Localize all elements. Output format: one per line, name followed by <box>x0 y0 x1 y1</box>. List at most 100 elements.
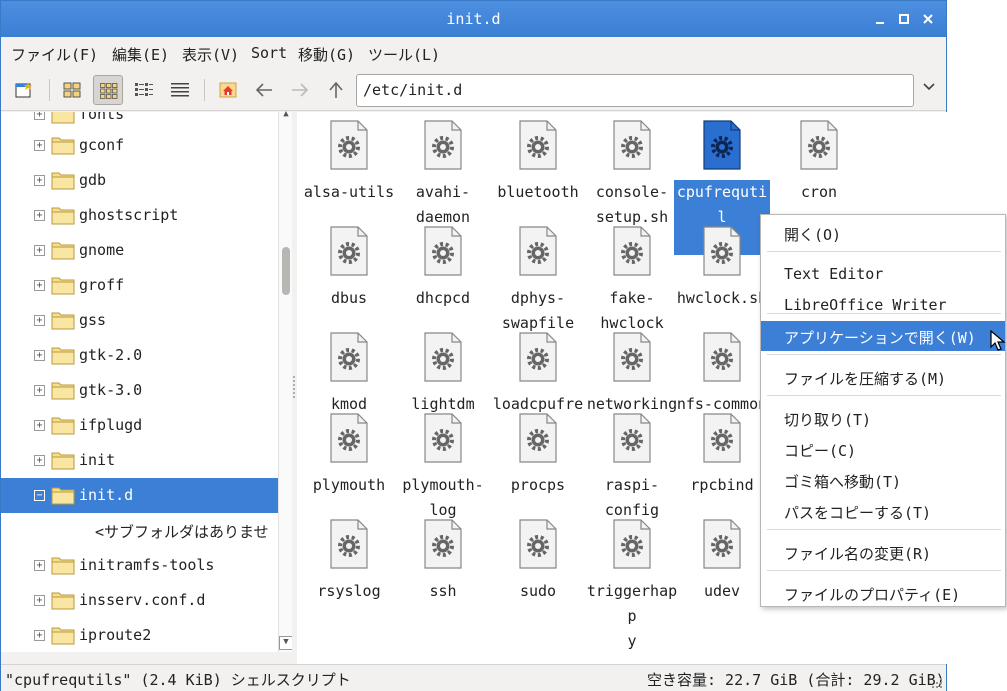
context-menu-label: ファイルのプロパティ(E) <box>784 586 961 604</box>
expander-icon[interactable]: + <box>34 140 45 151</box>
file-item[interactable]: cron <box>771 120 867 205</box>
compact-view-button[interactable] <box>129 75 159 105</box>
expander-icon[interactable]: + <box>34 175 45 186</box>
address-input[interactable] <box>363 81 903 99</box>
file-item[interactable]: rpcbind <box>674 413 770 498</box>
tree-item-label: ghostscript <box>79 206 179 224</box>
file-item[interactable]: nfs-common <box>674 332 770 417</box>
context-menu-item[interactable]: ファイルのプロパティ(E) <box>761 578 1005 608</box>
tree-item[interactable]: + groff <box>1 268 278 303</box>
tree-item[interactable]: + initramfs-tools <box>1 548 278 583</box>
tree-item[interactable]: + gtk-2.0 <box>1 338 278 373</box>
thumbnail-view-icon <box>100 83 118 99</box>
thumbnail-view-button[interactable] <box>93 75 123 105</box>
file-item[interactable]: console-setup.sh <box>584 120 680 230</box>
file-item[interactable]: procps <box>490 413 586 498</box>
tree-item[interactable]: + ifplugd <box>1 408 278 443</box>
context-menu-item[interactable]: アプリケーションで開く(W) <box>761 321 1005 351</box>
menu-view[interactable]: 表示(V) <box>182 44 239 65</box>
context-menu-item[interactable]: ファイルを圧縮する(M) <box>761 362 1005 392</box>
tree-item[interactable]: + init <box>1 443 278 478</box>
title-bar[interactable]: init.d <box>1 1 946 37</box>
file-item[interactable]: avahi-daemon <box>395 120 491 230</box>
close-button[interactable] <box>919 10 937 28</box>
context-menu-label: コピー(C) <box>784 442 857 460</box>
file-item[interactable]: dphys-swapfile <box>490 226 586 336</box>
menu-file[interactable]: ファイル(F) <box>11 44 98 65</box>
file-item[interactable]: plymouth-log <box>395 413 491 523</box>
file-item[interactable]: dhcpcd <box>395 226 491 311</box>
file-item[interactable]: hwclock.sh <box>674 226 770 311</box>
icon-view-button[interactable] <box>57 75 87 105</box>
tree-item[interactable]: − init.d <box>1 478 278 513</box>
file-item[interactable]: alsa-utils <box>301 120 397 205</box>
expander-icon[interactable]: + <box>34 630 45 641</box>
new-window-button[interactable] <box>9 75 39 105</box>
menu-sort[interactable]: Sort <box>251 44 287 62</box>
context-menu-item[interactable]: LibreOffice Writer <box>761 290 1005 320</box>
expander-icon[interactable]: + <box>34 112 45 120</box>
expander-icon[interactable]: + <box>34 420 45 431</box>
up-button[interactable] <box>321 75 351 105</box>
file-item[interactable]: plymouth <box>301 413 397 498</box>
menu-tools[interactable]: ツール(L) <box>368 44 440 65</box>
context-menu-item[interactable]: 開く(O) <box>761 218 1005 248</box>
expander-icon[interactable]: + <box>34 245 45 256</box>
file-item[interactable]: networking <box>584 332 680 417</box>
menu-edit[interactable]: 編集(E) <box>112 44 169 65</box>
tree-item[interactable]: + gconf <box>1 128 278 163</box>
back-button[interactable] <box>249 75 279 105</box>
tree-item[interactable]: + insserv.conf.d <box>1 583 278 618</box>
expander-icon[interactable]: + <box>34 455 45 466</box>
resize-grip-icon[interactable] <box>931 677 943 689</box>
maximize-button[interactable] <box>895 10 913 28</box>
file-item[interactable]: lightdm <box>395 332 491 417</box>
file-item[interactable]: rsyslog <box>301 519 397 604</box>
expander-icon[interactable]: + <box>34 385 45 396</box>
file-item[interactable]: sudo <box>490 519 586 604</box>
file-item[interactable]: udev <box>674 519 770 604</box>
expander-icon[interactable]: + <box>34 595 45 606</box>
tree-item[interactable]: + ghostscript <box>1 198 278 233</box>
forward-button[interactable] <box>285 75 315 105</box>
file-item[interactable]: kmod <box>301 332 397 417</box>
scroll-down-button[interactable]: ▼ <box>279 636 293 650</box>
scroll-thumb[interactable] <box>282 247 290 295</box>
context-menu-item[interactable]: パスをコピーする(T) <box>761 496 1005 526</box>
expander-icon[interactable]: + <box>34 280 45 291</box>
list-view-button[interactable] <box>165 75 195 105</box>
expander-icon[interactable]: − <box>34 490 45 501</box>
status-bar: "cpufrequtils" (2.4 KiB) シェルスクリプト 空き容量: … <box>1 664 946 691</box>
tree-item[interactable]: + gnome <box>1 233 278 268</box>
home-button[interactable] <box>213 75 243 105</box>
tree-item[interactable]: + gss <box>1 303 278 338</box>
file-item[interactable]: bluetooth <box>490 120 586 205</box>
file-name-line: rpcbind <box>690 476 754 494</box>
file-item[interactable]: dbus <box>301 226 397 311</box>
expander-icon[interactable]: + <box>34 210 45 221</box>
scroll-up-button[interactable]: ▲ <box>279 109 293 121</box>
file-item[interactable]: ssh <box>395 519 491 604</box>
expander-icon[interactable]: + <box>34 350 45 361</box>
menu-go[interactable]: 移動(G) <box>298 44 355 65</box>
context-menu-item[interactable]: コピー(C) <box>761 434 1005 464</box>
context-menu-item[interactable]: 切り取り(T) <box>761 403 1005 433</box>
expander-icon[interactable]: + <box>34 560 45 571</box>
minimize-button[interactable] <box>871 10 889 28</box>
folder-icon <box>51 557 75 575</box>
file-item[interactable]: raspi-config <box>584 413 680 523</box>
folder-icon <box>51 207 75 225</box>
address-bar[interactable] <box>356 74 914 107</box>
file-item[interactable]: fake-hwclock <box>584 226 680 336</box>
address-history-button[interactable] <box>919 79 939 99</box>
shell-script-icon <box>330 332 368 382</box>
expander-icon[interactable]: + <box>34 315 45 326</box>
folder-tree-scrollbar[interactable]: ▲ ▼ <box>278 109 293 652</box>
file-item[interactable]: triggerhapp y <box>584 519 680 654</box>
context-menu-item[interactable]: ファイル名の変更(R) <box>761 537 1005 567</box>
context-menu-item[interactable]: Text Editor <box>761 259 1005 289</box>
tree-item[interactable]: + gtk-3.0 <box>1 373 278 408</box>
context-menu-item[interactable]: ゴミ箱へ移動(T) <box>761 465 1005 495</box>
tree-item[interactable]: + iproute2 <box>1 618 278 652</box>
tree-item[interactable]: + gdb <box>1 163 278 198</box>
